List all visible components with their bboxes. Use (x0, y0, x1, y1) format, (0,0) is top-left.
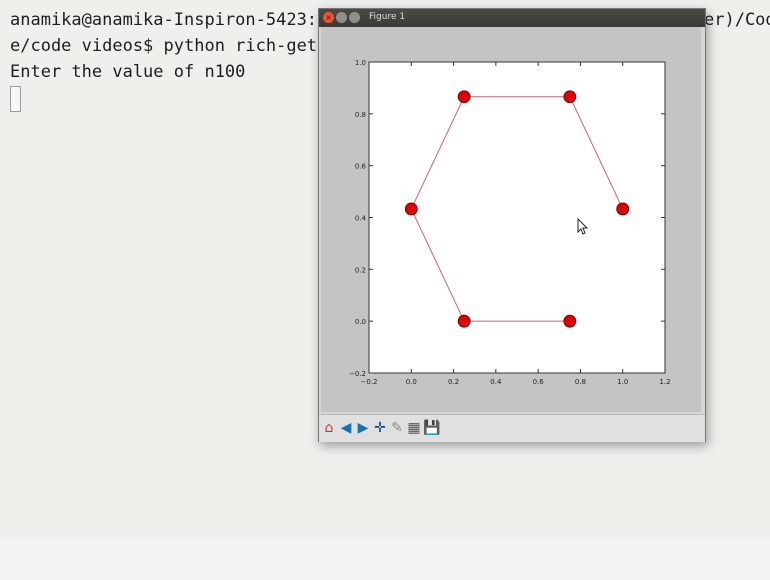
y-tick-label: 0.8 (355, 111, 366, 119)
terminal-bottom-area (0, 540, 770, 580)
terminal-input-cursor[interactable] (10, 86, 21, 112)
figure-toolbar: ⌂ ◀ ▶ ✛ ✎ ▦ 💾 (319, 414, 705, 442)
graph-node (563, 90, 577, 104)
save-icon[interactable]: 💾 (423, 420, 440, 436)
terminal-line-1: anamika@anamika-Inspiron-5423:- (10, 10, 328, 30)
y-tick-label: 0.0 (355, 318, 366, 326)
y-tick-label: 0.6 (355, 163, 367, 171)
graph-node (616, 202, 630, 216)
x-tick-label: 0.2 (448, 378, 459, 386)
x-tick-label: −0.2 (361, 378, 378, 386)
forward-icon[interactable]: ▶ (355, 420, 371, 436)
mouse-cursor-icon (577, 218, 589, 235)
terminal-line-3: Enter the value of n100 (10, 62, 246, 82)
x-tick-label: 1.2 (659, 378, 670, 386)
terminal-line-2: e/code videos$ python rich-get- (10, 36, 328, 56)
graph-node (404, 202, 418, 216)
close-icon[interactable]: × (323, 12, 334, 23)
x-tick-label: 0.6 (533, 378, 545, 386)
plot-svg: −0.2 0.0 0.2 0.4 0.6 0.8 1.0 1.2 −0.2 0.0 0.2 0.4 0.… (349, 59, 671, 386)
zoom-icon[interactable]: ✎ (389, 420, 405, 436)
x-tick-label: 0.8 (575, 378, 586, 386)
graph-node (457, 90, 471, 104)
window-title: Figure 1 (369, 12, 406, 22)
back-icon[interactable]: ◀ (338, 420, 354, 436)
y-tick-label: 0.2 (355, 266, 366, 274)
figure-window[interactable]: × Figure 1 −0.2 0.0 0.2 0.4 0.6 0.8 1.0 1.2 −0.2… (318, 8, 706, 442)
minimize-icon[interactable] (336, 12, 347, 23)
y-tick-label: 0.4 (355, 215, 367, 223)
home-icon[interactable]: ⌂ (321, 420, 337, 436)
graph-node (563, 314, 577, 328)
y-tick-label: 1.0 (355, 59, 366, 67)
terminal-line-1-end: er)/Cod (704, 10, 770, 30)
maximize-icon[interactable] (349, 12, 360, 23)
x-tick-label: 0.4 (490, 378, 502, 386)
x-tick-label: 1.0 (617, 378, 628, 386)
window-titlebar[interactable]: × Figure 1 (319, 9, 705, 27)
terminal-right-strip: er)/Cod (704, 0, 770, 580)
plot-area (368, 61, 666, 374)
pan-icon[interactable]: ✛ (372, 420, 388, 436)
graph-node (457, 314, 471, 328)
x-tick-label: 0.0 (406, 378, 417, 386)
subplots-icon[interactable]: ▦ (406, 420, 422, 436)
y-tick-label: −0.2 (349, 370, 366, 378)
plot-canvas-area[interactable]: −0.2 0.0 0.2 0.4 0.6 0.8 1.0 1.2 −0.2 0.0 0.2 0.4 0.… (321, 27, 701, 412)
